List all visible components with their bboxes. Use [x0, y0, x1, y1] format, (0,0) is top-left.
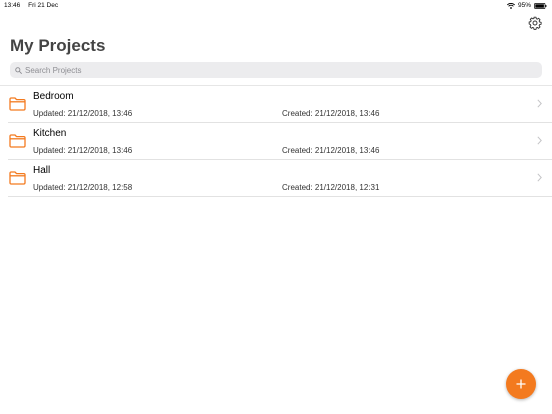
gear-icon — [528, 16, 542, 30]
folder-icon — [9, 171, 26, 185]
page-title: My Projects — [10, 36, 106, 55]
status-bar: 13:46 Fri 21 Dec 95% — [0, 0, 552, 11]
plus-icon — [516, 379, 526, 389]
search-icon — [15, 66, 22, 74]
wifi-icon — [506, 2, 515, 9]
folder-icon — [9, 97, 26, 111]
project-created: Created: 21/12/2018, 13:46 — [282, 109, 380, 118]
search-bar[interactable] — [10, 62, 542, 78]
status-date: Fri 21 Dec — [28, 2, 59, 9]
project-created: Created: 21/12/2018, 13:46 — [282, 146, 380, 155]
project-row-kitchen[interactable]: Kitchen Updated: 21/12/2018, 13:46 Creat… — [8, 123, 552, 160]
battery-percent: 95% — [517, 2, 531, 9]
project-row-bedroom[interactable]: Bedroom Updated: 21/12/2018, 13:46 Creat… — [8, 86, 552, 123]
status-time: 13:46 — [4, 2, 21, 9]
settings-button[interactable] — [528, 16, 542, 30]
battery-icon — [534, 2, 547, 9]
project-created: Created: 21/12/2018, 12:31 — [282, 183, 380, 192]
folder-icon — [9, 134, 26, 148]
chevron-right-icon — [537, 136, 542, 145]
project-updated: Updated: 21/12/2018, 13:46 — [33, 146, 133, 155]
project-name: Kitchen — [33, 128, 67, 139]
project-list: Bedroom Updated: 21/12/2018, 13:46 Creat… — [0, 85, 552, 197]
project-row-hall[interactable]: Hall Updated: 21/12/2018, 12:58 Created:… — [8, 160, 552, 197]
status-right: 95% — [506, 0, 547, 11]
chevron-right-icon — [537, 173, 542, 182]
project-updated: Updated: 21/12/2018, 13:46 — [33, 109, 133, 118]
project-name: Bedroom — [33, 91, 74, 102]
app-screen: 13:46 Fri 21 Dec 95% My Projects Search … — [0, 0, 552, 414]
chevron-right-icon — [537, 99, 542, 108]
project-updated: Updated: 21/12/2018, 12:58 — [33, 183, 133, 192]
status-left: 13:46 Fri 21 Dec — [4, 0, 58, 11]
add-project-button[interactable] — [506, 369, 536, 399]
search-input[interactable] — [25, 63, 525, 77]
project-name: Hall — [33, 165, 51, 176]
